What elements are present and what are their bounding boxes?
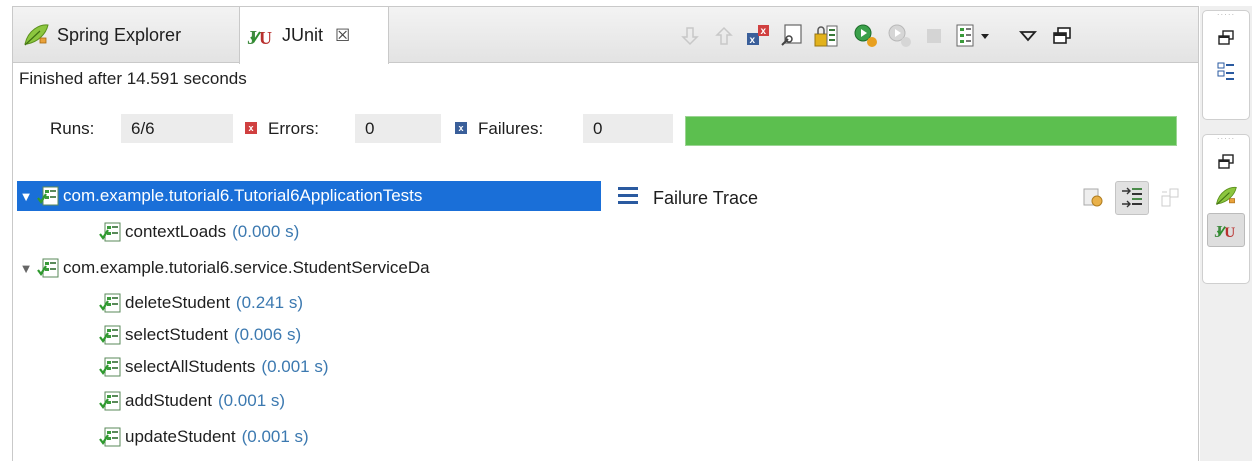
tab-spring-explorer-label: Spring Explorer (57, 24, 182, 45)
svg-text:x: x (761, 26, 767, 37)
tree-test-item[interactable]: addStudent (0.001 s) (97, 386, 285, 416)
tree-test-item[interactable]: updateStudent (0.001 s) (97, 422, 309, 452)
test-name: contextLoads (125, 222, 227, 241)
restore-view-icon[interactable] (1047, 21, 1077, 51)
trim-stack-bottom: ····· JU (1202, 134, 1250, 284)
test-time: (0.001 s) (241, 427, 309, 446)
rerun-test-icon[interactable] (851, 21, 881, 51)
stop-icon[interactable] (919, 21, 949, 51)
failure-trace-title-row: Failure Trace (617, 185, 758, 211)
restore-icon[interactable] (1203, 145, 1249, 179)
test-ok-icon (97, 388, 123, 414)
view-menu-icon[interactable] (1013, 21, 1043, 51)
previous-failure-icon[interactable] (709, 21, 739, 51)
tab-bar: Spring Explorer J U JUnit ☒ x x (13, 7, 1198, 64)
runs-value: 6/6 (121, 114, 233, 143)
failure-trace-title: Failure Trace (653, 187, 759, 208)
test-ok-icon (97, 354, 123, 380)
copy-trace-icon[interactable] (1153, 181, 1187, 215)
tab-junit[interactable]: J U JUnit ☒ (239, 7, 389, 64)
drag-handle[interactable]: ····· (1203, 135, 1249, 145)
show-failures-only-icon[interactable]: x x (743, 21, 773, 51)
failures-icon: x (455, 122, 467, 134)
errors-icon: x (245, 122, 257, 134)
svg-text:U: U (1224, 224, 1235, 241)
progress-bar (685, 116, 1177, 146)
junit-icon: J U (246, 21, 276, 51)
compare-result-icon[interactable] (1077, 181, 1111, 215)
test-time: (0.001 s) (261, 357, 329, 376)
test-name: deleteStudent (125, 293, 230, 312)
drag-handle[interactable]: ····· (1203, 11, 1249, 21)
svg-text:U: U (259, 28, 272, 48)
junit-icon[interactable]: JU (1207, 213, 1245, 247)
scroll-lock-icon[interactable] (777, 21, 807, 51)
suite-name: com.example.tutorial6.Tutorial6Applicati… (63, 186, 423, 205)
close-tab-icon[interactable]: ☒ (335, 26, 350, 46)
errors-label: Errors: (268, 119, 319, 138)
suite-name: com.example.tutorial6.service.StudentSer… (63, 258, 430, 277)
tree-suite-student-service[interactable]: ▼ com.example.tutorial6.service.StudentS… (17, 253, 430, 283)
outline-icon[interactable] (1203, 55, 1249, 89)
expanded-arrow-icon[interactable]: ▼ (17, 189, 35, 204)
spring-explorer-icon[interactable] (1203, 179, 1249, 213)
runs-label: Runs: (50, 119, 95, 138)
tree-test-item[interactable]: deleteStudent (0.241 s) (97, 288, 303, 318)
test-suite-ok-icon (35, 255, 61, 281)
failure-trace-toolbar (1073, 181, 1187, 215)
tree-suite-tutorial6-application-tests[interactable]: ▼ com.example.tutorial6.Tutorial6Applica… (17, 181, 601, 211)
spring-leaf-icon (21, 20, 51, 50)
next-failure-icon[interactable] (675, 21, 705, 51)
expanded-arrow-icon[interactable]: ▼ (17, 261, 35, 276)
test-name: addStudent (125, 391, 212, 410)
test-time: (0.006 s) (234, 325, 302, 344)
lock-icon[interactable] (811, 21, 841, 51)
failures-label: Failures: (478, 119, 544, 138)
test-ok-icon (97, 290, 123, 316)
test-time: (0.000 s) (232, 222, 300, 241)
tree-test-item[interactable]: contextLoads (0.000 s) (97, 217, 299, 247)
stack-trace-icon (617, 185, 641, 211)
right-trim-stack: ····· ····· JU (1200, 6, 1252, 461)
tree-test-item[interactable]: selectAllStudents (0.001 s) (97, 352, 329, 382)
test-time: (0.241 s) (235, 293, 304, 312)
tab-spring-explorer[interactable]: Spring Explorer (21, 7, 237, 63)
test-ok-icon (97, 322, 123, 348)
filter-stack-trace-icon[interactable] (1115, 181, 1149, 215)
tab-junit-label: JUnit (282, 25, 324, 45)
tree-test-item[interactable]: selectStudent (0.006 s) (97, 320, 301, 350)
test-name: updateStudent (125, 427, 236, 446)
view-toolbar: x x (673, 21, 1079, 51)
trim-stack-top: ····· (1202, 10, 1250, 120)
counters-panel: Runs: 6/6 x Errors: 0 x Failures: 0 (13, 111, 1198, 147)
run-status-text: Finished after 14.591 seconds (19, 69, 247, 88)
test-ok-icon (97, 424, 123, 450)
test-ok-icon (97, 219, 123, 245)
junit-view: Spring Explorer J U JUnit ☒ x x Finished… (12, 6, 1199, 461)
rerun-failed-first-icon[interactable] (885, 21, 915, 51)
failure-trace-header: Failure Trace (609, 179, 1187, 219)
svg-text:x: x (750, 35, 756, 46)
errors-value: 0 (355, 114, 441, 143)
test-name: selectAllStudents (125, 357, 256, 376)
test-run-history-icon[interactable] (953, 21, 997, 51)
test-time: (0.001 s) (217, 391, 286, 410)
failures-value: 0 (583, 114, 673, 143)
test-suite-ok-icon (35, 183, 61, 209)
test-name: selectStudent (125, 325, 229, 344)
restore-icon[interactable] (1203, 21, 1249, 55)
